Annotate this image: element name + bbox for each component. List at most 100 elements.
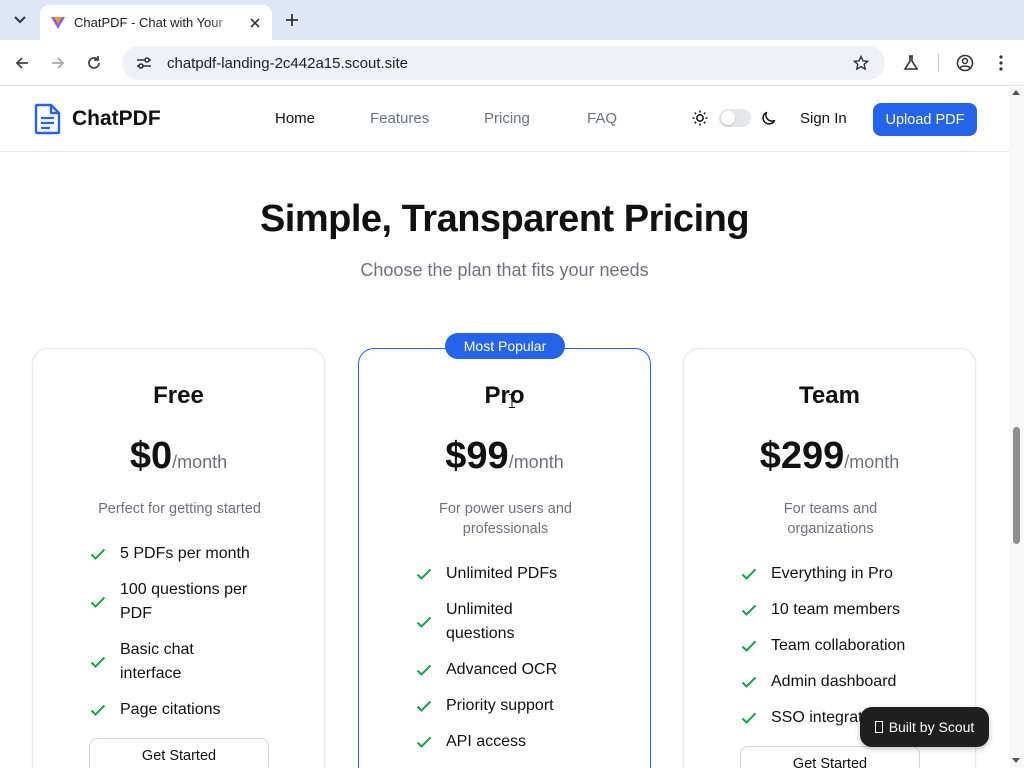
- site-logo[interactable]: ChatPDF: [34, 103, 161, 135]
- reload-icon[interactable]: [82, 51, 106, 75]
- price-row: $0/month: [33, 435, 324, 478]
- check-icon: [90, 596, 106, 608]
- tab-title: ChatPDF - Chat with Your: [74, 15, 223, 30]
- plan-price: $299: [759, 435, 845, 477]
- address-bar[interactable]: chatpdf-landing-2c442a15.scout.site: [122, 46, 885, 80]
- plan-card-pro: Most Popular Pro $99/month For power use…: [358, 333, 651, 768]
- feature-text: 10 team members: [771, 601, 900, 618]
- feature-text: Unlimited questions: [446, 601, 515, 642]
- feature-item: Basic chat interface: [90, 638, 270, 686]
- feature-text: Team collaboration: [771, 637, 906, 654]
- feature-text: Admin dashboard: [771, 673, 897, 690]
- scout-glyph-icon: [874, 721, 883, 733]
- check-icon: [741, 640, 757, 652]
- scout-badge-label: Built by Scout: [888, 719, 975, 735]
- check-icon: [416, 616, 432, 628]
- plan-price: $0: [129, 435, 173, 477]
- feature-item: 100 questions per PDF: [90, 578, 270, 626]
- upload-pdf-button[interactable]: Upload PDF: [873, 103, 977, 136]
- pricing-subtitle: Choose the plan that fits your needs: [360, 260, 649, 280]
- labs-flask-icon[interactable]: [899, 51, 923, 75]
- plan-name: Team: [799, 382, 860, 409]
- feature-item: Unlimited PDFs: [416, 562, 596, 586]
- scrollbar-thumb[interactable]: [1013, 427, 1020, 544]
- check-icon: [741, 712, 757, 724]
- browser-tab-bar: ChatPDF - Chat with Your: [0, 0, 1024, 40]
- feature-text: Everything in Pro: [771, 565, 893, 582]
- profile-avatar-icon[interactable]: [953, 51, 977, 75]
- bookmark-star-icon[interactable]: [849, 51, 873, 75]
- nav-link-features[interactable]: Features: [370, 110, 429, 127]
- plan-card-free: Free $0/month Perfect for getting starte…: [32, 348, 325, 768]
- check-icon: [416, 568, 432, 580]
- page-scrollbar[interactable]: [1009, 87, 1024, 768]
- logo-text: ChatPDF: [72, 107, 161, 130]
- plan-period: /month: [508, 452, 564, 472]
- feature-item: 5 PDFs per month: [90, 542, 270, 566]
- moon-icon: [762, 111, 776, 125]
- check-icon: [90, 656, 106, 668]
- plan-description: Perfect for getting started: [98, 501, 261, 517]
- browser-toolbar: chatpdf-landing-2c442a15.scout.site: [0, 40, 1024, 86]
- feature-text: API access: [446, 733, 527, 750]
- theme-toggle-group: [691, 109, 777, 127]
- page-viewport: ChatPDF Home Features Pricing FAQ Sign I…: [0, 87, 1009, 768]
- check-icon: [90, 548, 106, 560]
- check-icon: [90, 704, 106, 716]
- browser-menu-kebab-icon[interactable]: [989, 51, 1013, 75]
- scroll-down-arrow-icon[interactable]: [1012, 758, 1020, 763]
- plan-period: /month: [844, 452, 900, 472]
- tab-close-icon[interactable]: [246, 14, 264, 32]
- check-icon: [741, 568, 757, 580]
- feature-list: Unlimited PDFs Unlimited questions Advan…: [416, 562, 596, 766]
- site-info-icon[interactable]: [134, 53, 154, 73]
- feature-text: Basic chat interface: [120, 641, 194, 682]
- check-icon: [741, 604, 757, 616]
- feature-text: 100 questions per PDF: [120, 581, 248, 622]
- nav-link-pricing[interactable]: Pricing: [484, 110, 530, 127]
- nav-link-faq[interactable]: FAQ: [587, 110, 617, 127]
- text-cursor-icon: [509, 394, 515, 408]
- built-by-scout-badge[interactable]: Built by Scout: [860, 707, 989, 747]
- pricing-title: Simple, Transparent Pricing: [259, 198, 750, 240]
- feature-list: 5 PDFs per month 100 questions per PDF B…: [90, 542, 270, 734]
- feature-text: Unlimited PDFs: [446, 565, 558, 582]
- plan-period: /month: [172, 452, 228, 472]
- check-icon: [416, 736, 432, 748]
- feature-item: Priority support: [416, 694, 596, 718]
- get-started-button[interactable]: Get Started: [740, 746, 920, 768]
- feature-item: Advanced OCR: [416, 658, 596, 682]
- feature-item: Team collaboration: [741, 634, 941, 658]
- get-started-button[interactable]: Get Started: [89, 738, 269, 768]
- scroll-up-arrow-icon[interactable]: [1012, 90, 1020, 95]
- browser-tab-active[interactable]: ChatPDF - Chat with Your: [40, 5, 272, 40]
- plan-price: $99: [445, 435, 509, 477]
- price-row: $99/month: [359, 435, 650, 478]
- check-icon: [741, 676, 757, 688]
- plan-name: Pro: [484, 382, 525, 409]
- plan-description: For power users and professionals: [439, 501, 572, 537]
- most-popular-badge: Most Popular: [445, 333, 565, 359]
- feature-text: 5 PDFs per month: [120, 545, 250, 562]
- toolbar-divider: [938, 54, 939, 72]
- feature-item: Admin dashboard: [741, 670, 941, 694]
- feature-item: 10 team members: [741, 598, 941, 622]
- url-text: chatpdf-landing-2c442a15.scout.site: [167, 54, 408, 72]
- forward-arrow-icon[interactable]: [46, 51, 70, 75]
- feature-item: API access: [416, 730, 596, 754]
- tab-search-dropdown-icon[interactable]: [8, 8, 32, 32]
- back-arrow-icon[interactable]: [10, 51, 34, 75]
- favicon-icon: [51, 16, 65, 29]
- price-row: $299/month: [684, 435, 975, 478]
- sign-in-link[interactable]: Sign In: [800, 110, 847, 127]
- nav-link-home[interactable]: Home: [275, 110, 315, 127]
- feature-text: Priority support: [446, 697, 554, 714]
- plan-card-team: Team $299/month For teams and organizati…: [683, 348, 976, 768]
- feature-item: Everything in Pro: [741, 562, 941, 586]
- new-tab-icon[interactable]: [280, 8, 304, 32]
- sun-icon: [692, 110, 708, 126]
- check-icon: [416, 700, 432, 712]
- feature-item: Unlimited questions: [416, 598, 596, 646]
- feature-item: Page citations: [90, 698, 270, 722]
- theme-toggle-switch[interactable]: [719, 109, 751, 127]
